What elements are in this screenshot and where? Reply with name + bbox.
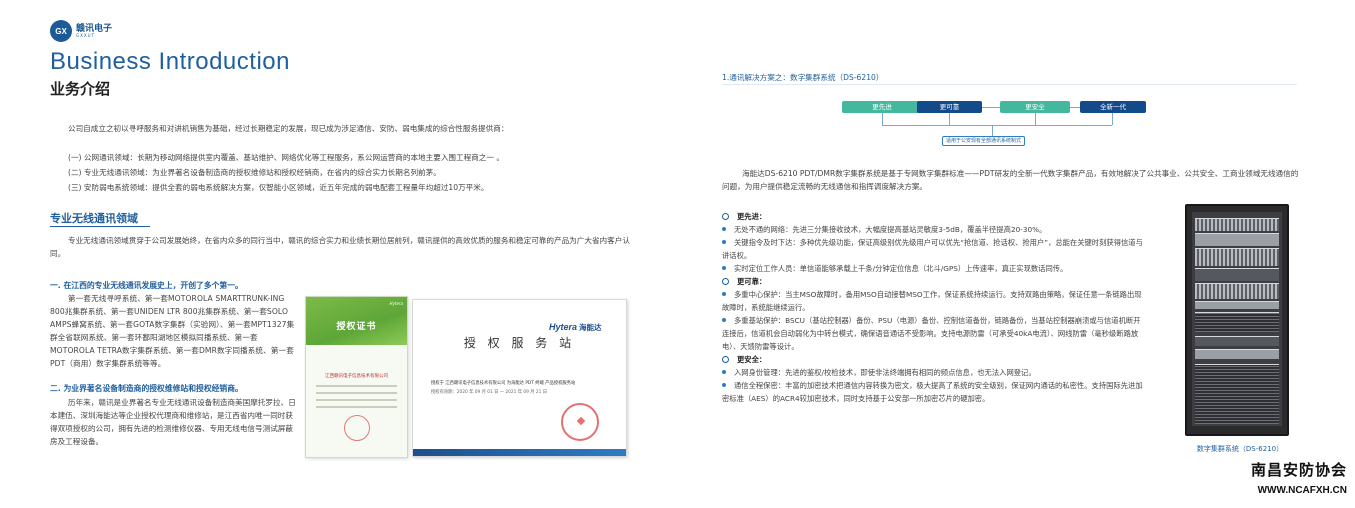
rack-unit — [1195, 301, 1279, 309]
business-item: (三) 安防弱电系统领域：提供全套的弱电系统解决方案，仅智能小区领域，近五年完成… — [68, 183, 489, 192]
logo-text: 赣讯电子 GXXUT — [76, 24, 112, 38]
firsts-paragraph: 第一套无线寻呼系统、第一套MOTOROLA SMARTTRUNK-ING 800… — [50, 294, 295, 368]
left-page: GX 赣讯电子 GXXUT Business Introduction 业务介绍… — [0, 0, 677, 508]
rack-unit — [1195, 364, 1279, 424]
hytera-brand: Hytera — [549, 322, 578, 332]
diagram-box-new-generation: 全新一代 — [1080, 101, 1146, 113]
diagram-box-advanced: 更先进 — [842, 101, 922, 113]
diagram-box-reliable: 更可靠 — [917, 101, 982, 113]
bullet-icon — [722, 370, 726, 374]
certificate-title: 授 权 服 务 站 — [463, 336, 576, 350]
list-item-text: 多重基站保护：BSCU（基站控制器）备份、PSU（电源）备份、控制信道备份，链路… — [722, 316, 1141, 351]
heading-underline — [50, 226, 150, 227]
bullet-icon — [722, 383, 726, 387]
rack-unit — [1195, 218, 1279, 231]
list-item-text: 实时定位工作人员：单信道能够承载上千条/分钟定位信息（北斗/GPS）上传速率，真… — [734, 264, 1068, 273]
rack-unit — [1195, 349, 1279, 359]
solution-title: 1.通讯解决方案之：数字集群系统（DS-6210） — [722, 73, 884, 82]
diagram-connector — [882, 113, 883, 125]
diagram-connector — [1035, 113, 1036, 125]
diagram-connector — [992, 125, 993, 136]
ring-icon — [722, 278, 729, 285]
rack-unit — [1195, 268, 1279, 281]
title-divider — [722, 84, 1297, 85]
subheading-authorized: 二. 为业界著名设备制造商的授权维修站和授权经销商。 — [50, 384, 243, 393]
section-heading: 更先进： — [722, 210, 1147, 223]
certificate-grant-line: 授权于 江西赣讯电子信息技术有限公司 为海能达 PDT 终端 产品授权服务站 — [431, 381, 576, 386]
hytera-logo: Hytera 海能达 — [549, 322, 602, 333]
list-item: 关键指令及时下达：多种优先级功能，保证高级别优先级用户可以优先“抢信道、抢话权、… — [722, 236, 1147, 262]
certificate-footer-bar — [413, 449, 626, 456]
certificate-header: Hytera 授权证书 — [306, 297, 407, 345]
company-logo: GX 赣讯电子 GXXUT — [50, 20, 160, 42]
bullet-icon — [722, 318, 726, 322]
logo-mark-icon: GX — [50, 20, 72, 42]
certificate-brand: Hytera — [389, 301, 404, 306]
list-item-text: 入网身份管理：先进的鉴权/校检技术，即使非法终端拥有相同的频点信息，也无法入网登… — [734, 368, 1036, 377]
section-heading: 更安全： — [722, 353, 1147, 366]
list-item: 入网身份管理：先进的鉴权/校检技术，即使非法终端拥有相同的频点信息，也无法入网登… — [722, 366, 1147, 379]
cabinet-caption: 数字集群系统（DS-6210） — [1196, 445, 1284, 453]
list-item: 无处不通的网络：先进三分集接收技术，大幅度提高基站灵敏度3-5dB，覆盖半径提高… — [722, 223, 1147, 236]
page-title-en: Business Introduction — [50, 48, 290, 75]
authorization-certificate-image: Hytera 授权证书 江西赣讯电子信息技术有限公司 — [305, 296, 408, 458]
ring-icon — [722, 213, 729, 220]
seal-icon — [344, 415, 370, 441]
authorized-paragraph: 历年来，赣讯是业界著名专业无线通讯设备制造商美国摩托罗拉、日本建伍、深圳海能达等… — [50, 398, 296, 446]
rack-unit — [1195, 336, 1279, 346]
feature-list: 更先进： 无处不通的网络：先进三分集接收技术，大幅度提高基站灵敏度3-5dB，覆… — [722, 210, 1147, 405]
list-item: 多重基站保护：BSCU（基站控制器）备份、PSU（电源）备份、控制信道备份，链路… — [722, 314, 1147, 353]
right-page: 1.通讯解决方案之：数字集群系统（DS-6210） 更先进 更可靠 更安全 全新… — [677, 0, 1355, 508]
diagram-box-secure: 更安全 — [1000, 101, 1070, 113]
certificate-company: 江西赣讯电子信息技术有限公司 — [325, 374, 388, 379]
diagram-connector — [882, 125, 1112, 126]
bullet-icon — [722, 292, 726, 296]
bullet-icon — [722, 266, 726, 270]
diagram-connector — [949, 113, 950, 125]
list-item: 通信全程保密：丰富的加密技术把通信内容转换为密文，极大提高了系统的安全级别，保证… — [722, 379, 1147, 405]
rack-unit — [1195, 233, 1279, 246]
bullet-icon — [722, 227, 726, 231]
intro-paragraph: 公司自成立之初以寻呼服务和对讲机销售为基础，经过长期稳定的发展，现已成为涉足通信… — [68, 124, 509, 133]
business-items: (一) 公网通讯领域：长期为移动网络提供室内覆盖、基站维护、网络优化等工程服务，… — [68, 150, 628, 195]
diagram-note: 适用于公安现有全部通讯系统制式 — [942, 136, 1026, 146]
cabinet-image — [1185, 204, 1289, 436]
section-heading: 更可靠： — [722, 275, 1147, 288]
solution-intro: 海能达DS-6210 PDT/DMR数字集群系统是基于专网数字集群标准——PDT… — [722, 169, 1299, 191]
list-item: 多重中心保护：当主MSO故障时，备用MSO自动接替MSO工作，保证系统持续运行。… — [722, 288, 1147, 314]
certificate-text-lines — [316, 385, 397, 413]
business-item: (二) 专业无线通讯领域：为业界著名设备制造商的授权维修站和授权经销商，在省内的… — [68, 168, 441, 177]
business-item: (一) 公网通讯领域：长期为移动网络提供室内覆盖、基站维护、网络优化等工程服务，… — [68, 153, 504, 162]
association-watermark: 南昌安防协会 — [1250, 461, 1347, 479]
page-title-cn: 业务介绍 — [50, 80, 111, 98]
rack-unit — [1195, 283, 1279, 299]
list-item: 实时定位工作人员：单信道能够承载上千条/分钟定位信息（北斗/GPS）上传速率，真… — [722, 262, 1147, 275]
section-heading-text: 更先进： — [737, 212, 767, 221]
bullet-icon — [722, 240, 726, 244]
wireless-paragraph: 专业无线通讯领域贯穿于公司发展始终，在省内众多的同行当中，赣讯的综合实力和业绩长… — [50, 236, 630, 258]
diagram-connector — [1112, 113, 1113, 125]
rack-unit — [1195, 248, 1279, 266]
ring-icon — [722, 356, 729, 363]
subheading-firsts: 一. 在江西的专业无线通讯发展史上，开创了多个第一。 — [50, 281, 243, 290]
list-item-text: 通信全程保密：丰富的加密技术把通信内容转换为密文，极大提高了系统的安全级别，保证… — [722, 381, 1143, 403]
red-seal-icon — [561, 403, 599, 441]
section-heading-text: 更可靠： — [737, 277, 767, 286]
list-item-text: 关键指令及时下达：多种优先级功能，保证高级别优先级用户可以优先“抢信道、抢话权、… — [722, 238, 1143, 260]
logo-name-en: GXXUT — [76, 32, 95, 38]
association-url: WWW.NCAFXH.CN — [1257, 485, 1347, 496]
rack-unit — [1195, 312, 1279, 332]
feature-diagram: 更先进 更可靠 更安全 全新一代 适用于公安现有全部通讯系统制式 — [842, 98, 1146, 150]
cabinet-rack — [1192, 212, 1282, 426]
certificate-title: 授权证书 — [336, 322, 377, 332]
wireless-heading: 专业无线通讯领域 — [50, 212, 138, 225]
list-item-text: 多重中心保护：当主MSO故障时，备用MSO自动接替MSO工作，保证系统持续运行。… — [722, 290, 1142, 312]
list-item-text: 无处不通的网络：先进三分集接收技术，大幅度提高基站灵敏度3-5dB，覆盖半径提高… — [734, 225, 1047, 234]
certificate-validity-line: 授权有效期：2020 年 09 月 01 日 — 2021 年 09 月 21 … — [431, 390, 547, 395]
service-station-certificate-image: Hytera 海能达 授 权 服 务 站 授权于 江西赣讯电子信息技术有限公司 为… — [412, 299, 627, 457]
hytera-brand-cn: 海能达 — [579, 323, 602, 332]
section-heading-text: 更安全： — [737, 355, 767, 364]
